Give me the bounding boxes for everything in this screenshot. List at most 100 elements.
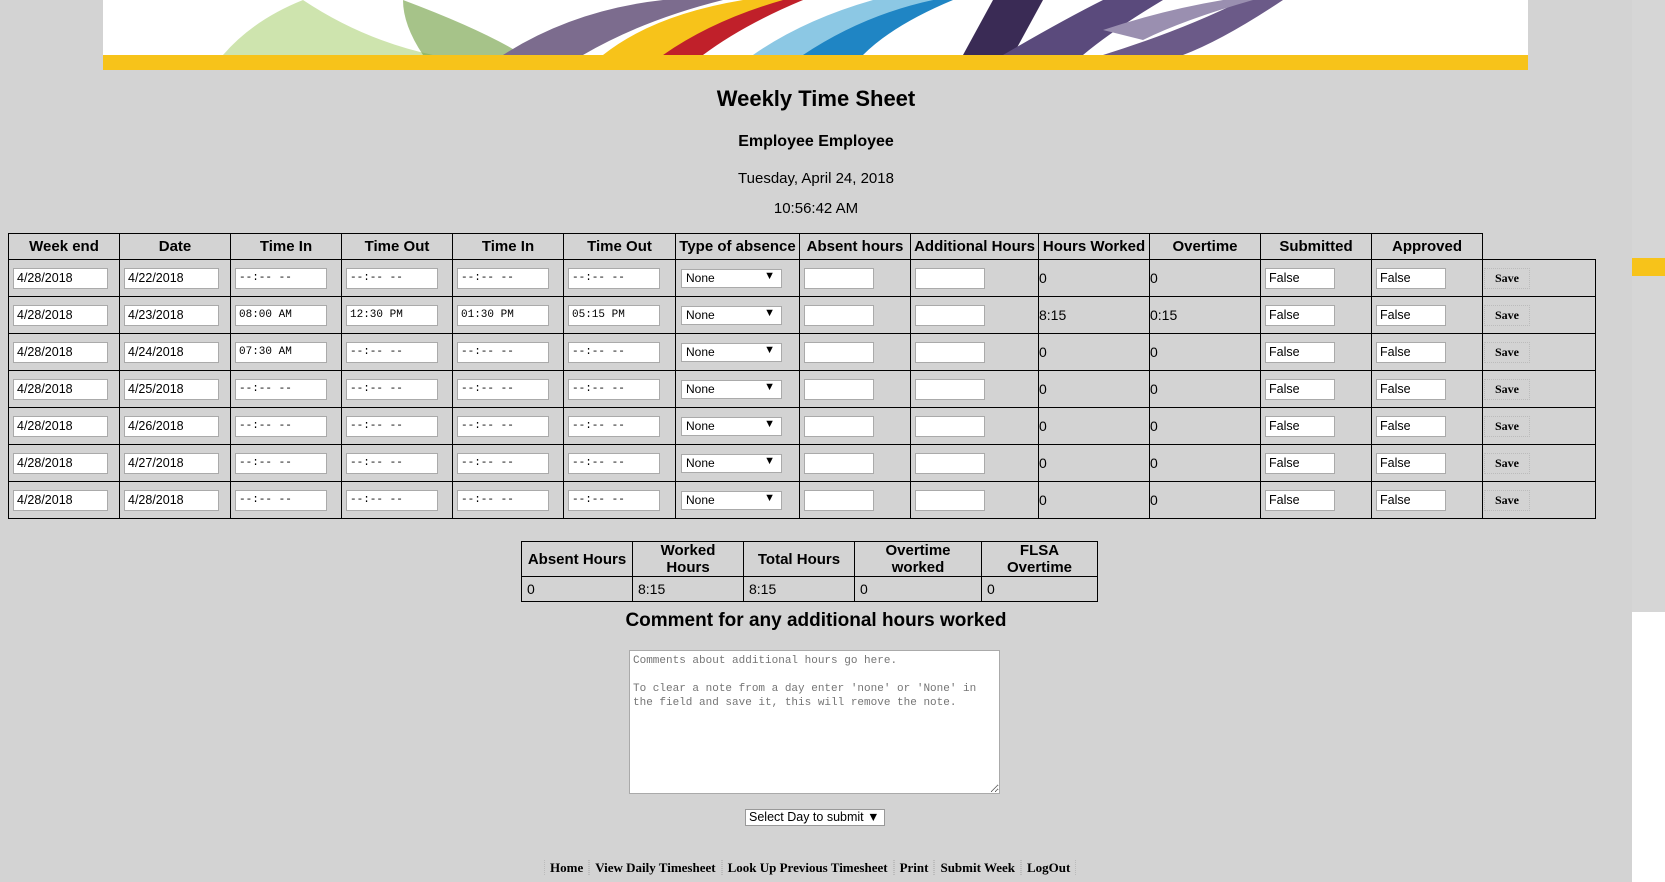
time-out-1-input[interactable] — [346, 267, 438, 289]
submitted-input[interactable] — [1265, 489, 1335, 511]
absence-type-select[interactable]: None ▼ — [681, 342, 782, 362]
additional-hours-input[interactable] — [915, 304, 985, 326]
time-out-1-input[interactable] — [346, 489, 438, 511]
time-in-2-input[interactable] — [457, 341, 549, 363]
time-in-1-input[interactable] — [235, 452, 327, 474]
week-end-input[interactable] — [13, 267, 108, 289]
absence-type-select[interactable]: None ▼ — [681, 416, 782, 436]
absence-type-value: None — [686, 270, 715, 285]
absence-type-select[interactable]: None ▼ — [681, 268, 782, 288]
save-button[interactable]: Save — [1484, 341, 1530, 363]
absent-hours-input[interactable] — [804, 341, 874, 363]
save-button[interactable]: Save — [1484, 378, 1530, 400]
time-in-2-input[interactable] — [457, 378, 549, 400]
time-in-2-input[interactable] — [457, 452, 549, 474]
week-end-input[interactable] — [13, 304, 108, 326]
absence-type-select[interactable]: None ▼ — [681, 379, 782, 399]
date-input[interactable] — [124, 378, 219, 400]
submitted-input[interactable] — [1265, 378, 1335, 400]
absent-hours-input[interactable] — [804, 267, 874, 289]
submitted-input[interactable] — [1265, 267, 1335, 289]
save-button[interactable]: Save — [1484, 452, 1530, 474]
overtime: 0 — [1149, 333, 1261, 371]
absent-hours-cell — [799, 481, 911, 519]
comment-textarea[interactable] — [629, 650, 1000, 794]
submitted-input[interactable] — [1265, 304, 1335, 326]
time-out-1-input[interactable] — [346, 452, 438, 474]
summary-worked-hours: 8:15 — [632, 576, 744, 602]
approved-input[interactable] — [1376, 304, 1446, 326]
time-in-1-input[interactable] — [235, 341, 327, 363]
nav-view-daily-timesheet[interactable]: View Daily Timesheet — [589, 860, 722, 875]
date-input[interactable] — [124, 489, 219, 511]
absent-hours-input[interactable] — [804, 378, 874, 400]
time-out-2-input[interactable] — [568, 489, 660, 511]
approved-input[interactable] — [1376, 489, 1446, 511]
time-out-1-input[interactable] — [346, 378, 438, 400]
time-out-1-input[interactable] — [346, 415, 438, 437]
page-edge — [1632, 0, 1665, 882]
time-in-1-cell — [230, 370, 342, 408]
approved-input[interactable] — [1376, 415, 1446, 437]
week-end-input[interactable] — [13, 415, 108, 437]
date-input[interactable] — [124, 267, 219, 289]
nav-look-up-previous-timesheet[interactable]: Look Up Previous Timesheet — [721, 860, 894, 875]
week-end-input[interactable] — [13, 341, 108, 363]
nav-print[interactable]: Print — [893, 860, 935, 875]
approved-input[interactable] — [1376, 378, 1446, 400]
time-out-1-input[interactable] — [346, 341, 438, 363]
day-submit-select[interactable]: Select Day to submit ▼ — [745, 809, 885, 826]
additional-hours-input[interactable] — [915, 489, 985, 511]
date-input[interactable] — [124, 341, 219, 363]
nav-submit-week[interactable]: Submit Week — [934, 860, 1021, 875]
date-input[interactable] — [124, 452, 219, 474]
additional-hours-input[interactable] — [915, 378, 985, 400]
submitted-input[interactable] — [1265, 415, 1335, 437]
absent-hours-input[interactable] — [804, 489, 874, 511]
week-end-cell — [8, 296, 120, 334]
date-input[interactable] — [124, 304, 219, 326]
absence-type-select[interactable]: None ▼ — [681, 490, 782, 510]
time-in-1-input[interactable] — [235, 267, 327, 289]
time-out-2-input[interactable] — [568, 341, 660, 363]
absent-hours-input[interactable] — [804, 415, 874, 437]
week-end-input[interactable] — [13, 378, 108, 400]
approved-input[interactable] — [1376, 341, 1446, 363]
save-button[interactable]: Save — [1484, 489, 1530, 511]
additional-hours-input[interactable] — [915, 452, 985, 474]
date-cell — [119, 259, 231, 297]
week-end-input[interactable] — [13, 489, 108, 511]
submitted-input[interactable] — [1265, 341, 1335, 363]
approved-input[interactable] — [1376, 267, 1446, 289]
nav-logout[interactable]: LogOut — [1021, 860, 1077, 875]
additional-hours-input[interactable] — [915, 267, 985, 289]
time-in-2-input[interactable] — [457, 415, 549, 437]
time-in-2-input[interactable] — [457, 489, 549, 511]
time-in-2-input[interactable] — [457, 304, 549, 326]
absent-hours-input[interactable] — [804, 304, 874, 326]
additional-hours-input[interactable] — [915, 341, 985, 363]
save-button[interactable]: Save — [1484, 415, 1530, 437]
absent-hours-input[interactable] — [804, 452, 874, 474]
time-out-1-input[interactable] — [346, 304, 438, 326]
time-out-2-input[interactable] — [568, 452, 660, 474]
date-input[interactable] — [124, 415, 219, 437]
approved-input[interactable] — [1376, 452, 1446, 474]
week-end-input[interactable] — [13, 452, 108, 474]
time-in-1-input[interactable] — [235, 489, 327, 511]
time-out-2-input[interactable] — [568, 267, 660, 289]
absence-type-select[interactable]: None ▼ — [681, 305, 782, 325]
nav-home[interactable]: Home — [544, 860, 590, 875]
additional-hours-input[interactable] — [915, 415, 985, 437]
absence-type-select[interactable]: None ▼ — [681, 453, 782, 473]
time-out-2-input[interactable] — [568, 415, 660, 437]
save-button[interactable]: Save — [1484, 267, 1530, 289]
time-out-2-input[interactable] — [568, 378, 660, 400]
time-in-1-input[interactable] — [235, 378, 327, 400]
time-in-2-input[interactable] — [457, 267, 549, 289]
time-out-2-input[interactable] — [568, 304, 660, 326]
save-button[interactable]: Save — [1484, 304, 1530, 326]
time-in-1-input[interactable] — [235, 304, 327, 326]
time-in-1-input[interactable] — [235, 415, 327, 437]
submitted-input[interactable] — [1265, 452, 1335, 474]
